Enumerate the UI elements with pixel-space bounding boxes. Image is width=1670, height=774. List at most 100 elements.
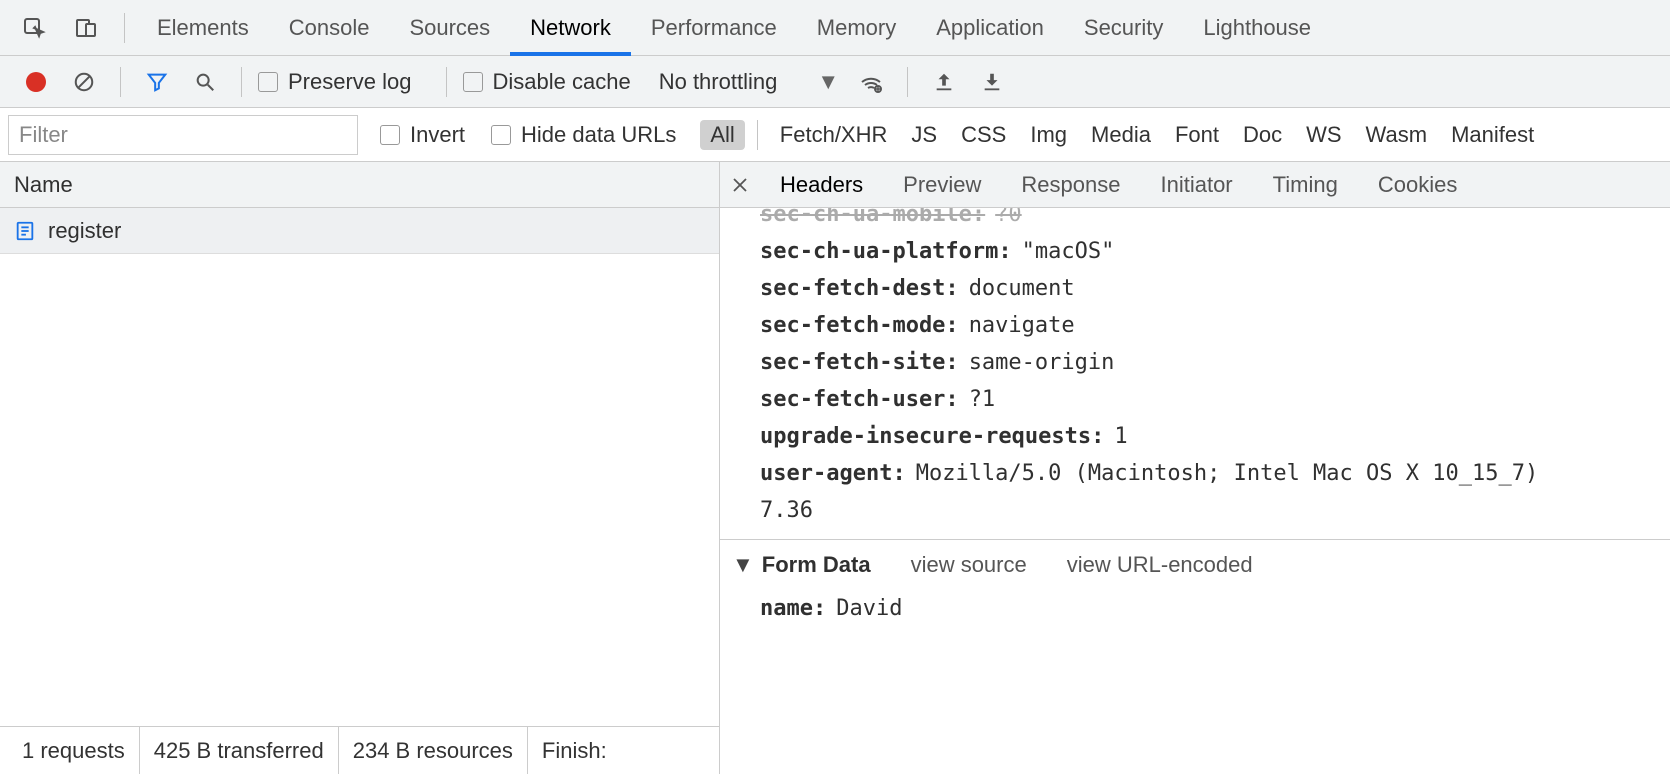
header-line: sec-fetch-dest: document — [720, 270, 1670, 307]
detail-tab-initiator[interactable]: Initiator — [1140, 162, 1252, 207]
form-data-header[interactable]: ▼ Form Data view source view URL-encoded — [720, 552, 1670, 590]
search-button[interactable] — [189, 66, 221, 98]
header-value: same-origin — [969, 350, 1115, 375]
header-key: sec-fetch-dest: — [760, 276, 959, 301]
header-value: document — [969, 276, 1075, 301]
detail-tab-response[interactable]: Response — [1001, 162, 1140, 207]
type-js[interactable]: JS — [901, 120, 947, 150]
header-line: sec-ch-ua-platform: "macOS" — [720, 233, 1670, 270]
tab-label: Sources — [409, 15, 490, 41]
divider — [124, 13, 125, 43]
invert-checkbox[interactable]: Invert — [376, 122, 465, 148]
detail-tab-headers[interactable]: Headers — [760, 162, 883, 207]
preserve-log-checkbox[interactable]: Preserve log — [254, 69, 412, 95]
type-manifest[interactable]: Manifest — [1441, 120, 1544, 150]
disable-cache-checkbox[interactable]: Disable cache — [459, 69, 631, 95]
detail-tab-preview[interactable]: Preview — [883, 162, 1001, 207]
network-conditions-icon[interactable] — [855, 66, 887, 98]
throttling-select[interactable]: No throttling ▼ — [659, 69, 839, 95]
header-line: sec-fetch-mode: navigate — [720, 307, 1670, 344]
filter-toggle-button[interactable] — [141, 66, 173, 98]
detail-tab-timing[interactable]: Timing — [1253, 162, 1358, 207]
record-button[interactable] — [20, 66, 52, 98]
form-data-field: name: David — [720, 590, 1670, 627]
request-detail-pane: Headers Preview Response Initiator Timin… — [720, 162, 1670, 774]
clear-button[interactable] — [68, 66, 100, 98]
column-name-header[interactable]: Name — [0, 162, 719, 208]
type-wasm[interactable]: Wasm — [1356, 120, 1438, 150]
tab-lighthouse[interactable]: Lighthouse — [1183, 0, 1331, 55]
form-data-section: ▼ Form Data view source view URL-encoded… — [720, 539, 1670, 627]
type-all[interactable]: All — [700, 120, 744, 150]
type-font[interactable]: Font — [1165, 120, 1229, 150]
column-name-label: Name — [14, 172, 73, 198]
document-icon — [14, 220, 36, 242]
view-url-encoded-link[interactable]: view URL-encoded — [1067, 552, 1253, 578]
divider — [907, 67, 908, 97]
tab-memory[interactable]: Memory — [797, 0, 916, 55]
header-value: 7.36 — [760, 498, 813, 523]
header-key: sec-fetch-user: — [760, 387, 959, 412]
type-doc[interactable]: Doc — [1233, 120, 1292, 150]
detail-tab-cookies[interactable]: Cookies — [1358, 162, 1477, 207]
inspect-element-icon[interactable] — [14, 8, 54, 48]
invert-input[interactable] — [380, 125, 400, 145]
request-list[interactable]: register — [0, 208, 719, 726]
tab-security[interactable]: Security — [1064, 0, 1183, 55]
preserve-log-input[interactable] — [258, 72, 278, 92]
request-row[interactable]: register — [0, 208, 719, 254]
status-finish: Finish: — [528, 727, 621, 774]
header-key: sec-fetch-mode: — [760, 313, 959, 338]
tab-label: Memory — [817, 15, 896, 41]
tab-console[interactable]: Console — [269, 0, 390, 55]
detail-tabs: Headers Preview Response Initiator Timin… — [720, 162, 1670, 208]
header-value: 1 — [1114, 424, 1127, 449]
download-har-icon[interactable] — [976, 66, 1008, 98]
disable-cache-label: Disable cache — [493, 69, 631, 95]
form-value: David — [836, 596, 902, 621]
filter-input[interactable] — [8, 115, 358, 155]
devtools-top-tabs: Elements Console Sources Network Perform… — [0, 0, 1670, 56]
header-line: upgrade-insecure-requests: 1 — [720, 418, 1670, 455]
tab-label: Performance — [651, 15, 777, 41]
throttling-value: No throttling — [659, 69, 778, 95]
tab-performance[interactable]: Performance — [631, 0, 797, 55]
hide-data-urls-input[interactable] — [491, 125, 511, 145]
record-icon — [26, 72, 46, 92]
tab-elements[interactable]: Elements — [137, 0, 269, 55]
type-ws[interactable]: WS — [1296, 120, 1351, 150]
tab-label: Lighthouse — [1203, 15, 1311, 41]
chevron-down-icon: ▼ — [817, 69, 839, 95]
request-list-pane: Name register 1 requests 425 B transferr… — [0, 162, 720, 774]
view-source-link[interactable]: view source — [911, 552, 1027, 578]
device-toggle-icon[interactable] — [66, 8, 106, 48]
header-key: sec-ch-ua-platform: — [760, 239, 1012, 264]
detail-body[interactable]: sec-ch-ua-mobile: ?0 sec-ch-ua-platform:… — [720, 208, 1670, 774]
tab-label: Elements — [157, 15, 249, 41]
tab-application[interactable]: Application — [916, 0, 1064, 55]
status-resources: 234 B resources — [339, 727, 528, 774]
header-value: navigate — [969, 313, 1075, 338]
tab-network[interactable]: Network — [510, 0, 631, 55]
network-main: Name register 1 requests 425 B transferr… — [0, 162, 1670, 774]
status-requests: 1 requests — [8, 727, 140, 774]
type-css[interactable]: CSS — [951, 120, 1016, 150]
disable-cache-input[interactable] — [463, 72, 483, 92]
tab-label: Console — [289, 15, 370, 41]
type-fetchxhr[interactable]: Fetch/XHR — [770, 120, 898, 150]
type-media[interactable]: Media — [1081, 120, 1161, 150]
tab-label: Application — [936, 15, 1044, 41]
header-key: upgrade-insecure-requests: — [760, 424, 1104, 449]
type-img[interactable]: Img — [1020, 120, 1077, 150]
upload-har-icon[interactable] — [928, 66, 960, 98]
header-key: sec-ch-ua-mobile: — [760, 208, 985, 227]
header-line: sec-fetch-user: ?1 — [720, 381, 1670, 418]
header-line: user-agent: Mozilla/5.0 (Macintosh; Inte… — [720, 455, 1670, 492]
preserve-log-label: Preserve log — [288, 69, 412, 95]
hide-data-urls-checkbox[interactable]: Hide data URLs — [487, 122, 676, 148]
close-detail-button[interactable] — [720, 176, 760, 194]
header-line: sec-ch-ua-mobile: ?0 — [720, 208, 1670, 233]
tab-sources[interactable]: Sources — [389, 0, 510, 55]
header-key: user-agent: — [760, 461, 906, 486]
header-value: ?0 — [995, 208, 1022, 227]
